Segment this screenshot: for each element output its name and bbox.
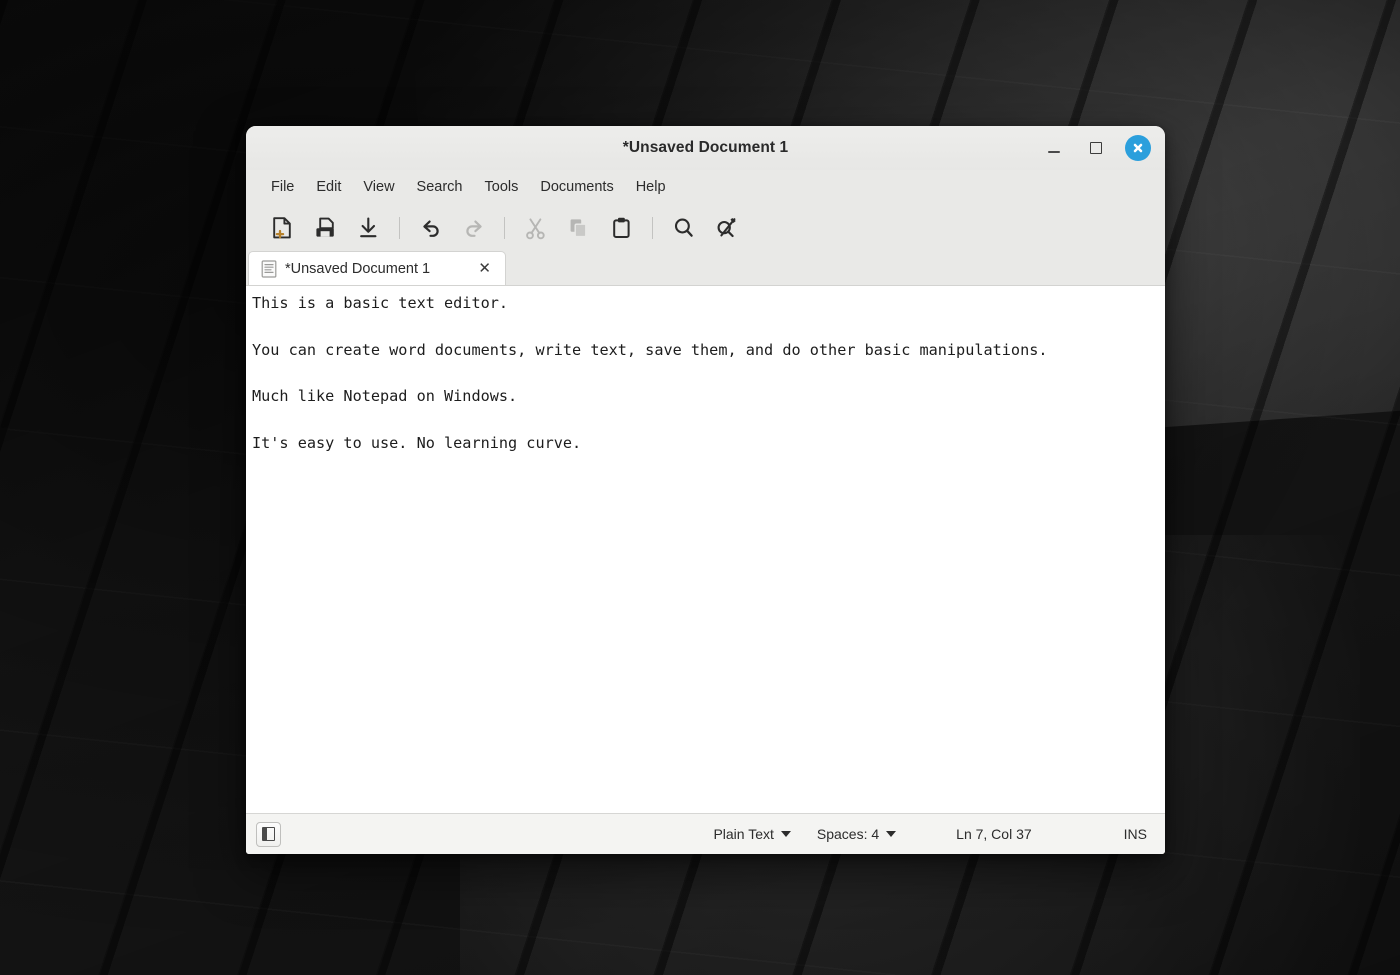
- maximize-icon: [1090, 142, 1102, 154]
- menu-item-view[interactable]: View: [352, 175, 405, 199]
- window-title: *Unsaved Document 1: [622, 139, 789, 156]
- chevron-down-icon: [780, 831, 791, 837]
- tab-strip: *Unsaved Document 1 ✕: [246, 251, 1165, 286]
- paste-icon: [613, 217, 630, 239]
- tab-label: *Unsaved Document 1: [285, 260, 431, 277]
- menu-bar: File Edit View Search Tools Documents He…: [246, 170, 1165, 204]
- indentation-selector[interactable]: Spaces: 4: [813, 823, 900, 845]
- toolbar-separator-1: [399, 217, 400, 239]
- window-controls: [1041, 126, 1151, 170]
- toolbar: [246, 204, 1165, 252]
- copy-button[interactable]: [557, 209, 600, 247]
- toolbar-separator-3: [652, 217, 653, 239]
- minimize-button[interactable]: [1041, 135, 1067, 161]
- cursor-position-label: Ln 7, Col 37: [956, 826, 1032, 842]
- find-button[interactable]: [662, 209, 705, 247]
- menu-item-search[interactable]: Search: [406, 175, 474, 199]
- tab-close-icon[interactable]: ✕: [476, 261, 493, 276]
- menu-item-tools[interactable]: Tools: [474, 175, 530, 199]
- open-document-button[interactable]: [304, 209, 347, 247]
- chevron-down-icon: [886, 831, 897, 837]
- toolbar-separator-2: [504, 217, 505, 239]
- find-icon: [674, 218, 693, 237]
- text-editor-area[interactable]: This is a basic text editor. You can cre…: [246, 286, 1165, 813]
- indentation-label: Spaces: 4: [816, 826, 880, 842]
- side-panel-icon: [262, 827, 275, 841]
- undo-icon: [422, 220, 439, 237]
- save-document-icon: [360, 217, 377, 238]
- language-selector[interactable]: Plain Text: [709, 823, 794, 845]
- close-icon: [1133, 143, 1143, 153]
- replace-icon: [717, 218, 736, 238]
- insert-mode-label: INS: [1123, 826, 1147, 842]
- redo-icon: [465, 220, 482, 237]
- text-editor-window: *Unsaved Document 1 File Edit View Searc…: [246, 126, 1165, 854]
- document-content[interactable]: This is a basic text editor. You can cre…: [252, 292, 1082, 455]
- new-document-button[interactable]: [261, 209, 304, 247]
- close-button[interactable]: [1125, 135, 1151, 161]
- cut-icon: [526, 218, 545, 240]
- maximize-button[interactable]: [1083, 135, 1109, 161]
- save-document-button[interactable]: [347, 209, 390, 247]
- menu-item-documents[interactable]: Documents: [529, 175, 624, 199]
- undo-button[interactable]: [409, 209, 452, 247]
- paste-button[interactable]: [600, 209, 643, 247]
- tab-unsaved-document-1[interactable]: *Unsaved Document 1 ✕: [248, 251, 506, 285]
- minimize-icon: [1048, 151, 1060, 153]
- menu-item-help[interactable]: Help: [625, 175, 677, 199]
- side-panel-toggle-button[interactable]: [256, 821, 281, 847]
- menu-item-file[interactable]: File: [260, 175, 305, 199]
- menu-item-edit[interactable]: Edit: [305, 175, 352, 199]
- redo-button[interactable]: [452, 209, 495, 247]
- document-icon: [261, 259, 277, 278]
- window-titlebar[interactable]: *Unsaved Document 1: [246, 126, 1165, 170]
- copy-icon: [570, 219, 587, 238]
- language-label: Plain Text: [713, 826, 774, 842]
- new-document-icon: [273, 217, 291, 239]
- status-bar: Plain Text Spaces: 4 Ln 7, Col 37 INS: [246, 813, 1165, 854]
- replace-button[interactable]: [705, 209, 748, 247]
- open-document-icon: [316, 217, 334, 237]
- cut-button[interactable]: [514, 209, 557, 247]
